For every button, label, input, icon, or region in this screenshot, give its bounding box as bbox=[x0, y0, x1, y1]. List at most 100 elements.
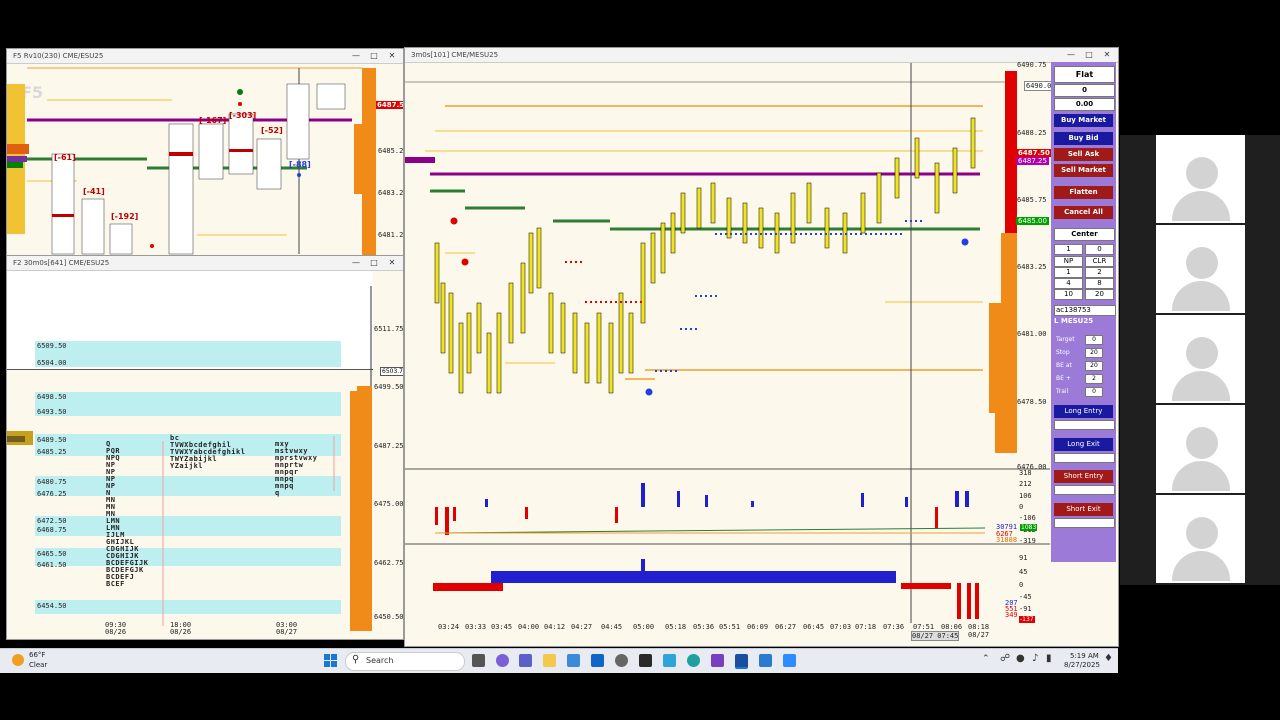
time-tick: 06:09 bbox=[747, 623, 769, 631]
f2-title: F2 30m0s[641] CME/ESU25 bbox=[13, 259, 110, 267]
qty-preset-1[interactable]: 1 bbox=[1054, 267, 1083, 278]
maximize-button[interactable]: □ bbox=[367, 256, 381, 270]
stop-input[interactable]: 20 bbox=[1085, 348, 1103, 358]
zoom-icon[interactable] bbox=[783, 654, 796, 667]
qty-preset-10[interactable]: 10 bbox=[1054, 289, 1083, 300]
clock-time[interactable]: 5:19 AM bbox=[1070, 652, 1099, 660]
main-price-tag: 6487.25 bbox=[1016, 157, 1049, 165]
visual-studio-icon[interactable] bbox=[711, 654, 724, 667]
short-exit-button[interactable]: Short Exit bbox=[1054, 503, 1113, 516]
copilot-icon[interactable] bbox=[496, 654, 509, 667]
volume-icon[interactable]: ♪ bbox=[1032, 653, 1038, 664]
qty-input[interactable]: 1 bbox=[1054, 244, 1083, 255]
param-label: BE + bbox=[1056, 375, 1071, 382]
clr-button[interactable]: CLR bbox=[1085, 256, 1114, 267]
flatten-button[interactable]: Flatten bbox=[1054, 186, 1113, 199]
participant-avatar[interactable] bbox=[1156, 135, 1245, 223]
time-tick: 05:51 bbox=[719, 623, 741, 631]
terminal-icon[interactable] bbox=[639, 654, 652, 667]
time-tick: 06:45 bbox=[803, 623, 825, 631]
short-entry-select[interactable] bbox=[1054, 485, 1115, 495]
order-panel: Flat 0 0.00 Buy Market Buy Bid Sell Ask … bbox=[1051, 62, 1116, 562]
time-tick: 04:45 bbox=[601, 623, 623, 631]
f2-time-date: 08/26 bbox=[170, 628, 192, 636]
maximize-button[interactable]: □ bbox=[367, 49, 381, 63]
minimize-button[interactable]: — bbox=[349, 256, 363, 270]
f5-price-tick: 6483.25 bbox=[378, 189, 404, 197]
target-input[interactable]: 0 bbox=[1085, 335, 1103, 345]
qty-preset-4[interactable]: 4 bbox=[1054, 278, 1083, 289]
qty-preset-20[interactable]: 20 bbox=[1085, 289, 1114, 300]
ind2-tick: 91 bbox=[1019, 554, 1028, 562]
start-icon[interactable] bbox=[324, 654, 337, 667]
participant-avatar[interactable] bbox=[1156, 495, 1245, 583]
minimize-button[interactable]: — bbox=[1064, 48, 1078, 62]
center-button[interactable]: Center bbox=[1054, 228, 1115, 241]
file-explorer-icon[interactable] bbox=[543, 654, 556, 667]
ind1-tick: 0 bbox=[1019, 503, 1024, 511]
store-icon[interactable] bbox=[567, 654, 580, 667]
time-crosshair-label: 08/27 07:45 bbox=[911, 631, 960, 641]
time-tick: 03:45 bbox=[491, 623, 513, 631]
close-button[interactable]: ✕ bbox=[385, 256, 399, 270]
short-entry-button[interactable]: Short Entry bbox=[1054, 470, 1113, 483]
chevron-up-icon[interactable]: ⌃ bbox=[982, 654, 990, 664]
f5-price-tag: 6487.50 bbox=[376, 101, 403, 109]
edge-icon[interactable] bbox=[687, 654, 700, 667]
f2-chart-window[interactable]: F2 30m0s[641] CME/ESU25 — □ ✕ F2 6509.50… bbox=[6, 255, 404, 640]
participant-avatar[interactable] bbox=[1156, 405, 1245, 493]
np-button[interactable]: NP bbox=[1054, 256, 1083, 267]
f5-delta-label: [-88] bbox=[289, 160, 311, 169]
minimize-button[interactable]: — bbox=[349, 49, 363, 63]
close-button[interactable]: ✕ bbox=[1100, 48, 1114, 62]
f2-price-tick: 6499.50 bbox=[374, 383, 404, 391]
sell-market-button[interactable]: Sell Market bbox=[1054, 164, 1113, 177]
network-icon[interactable]: ☍ bbox=[1000, 653, 1010, 664]
buy-market-button[interactable]: Buy Market bbox=[1054, 114, 1113, 127]
main-titlebar[interactable]: 3m0s[101] CME/MESU25 — □ ✕ bbox=[405, 48, 1118, 63]
trading-app-icon[interactable] bbox=[735, 654, 748, 669]
long-entry-select[interactable] bbox=[1054, 420, 1115, 430]
qty-preset-2[interactable]: 2 bbox=[1085, 267, 1114, 278]
qty-preset-8[interactable]: 8 bbox=[1085, 278, 1114, 289]
account-select[interactable]: ac138753 bbox=[1054, 305, 1116, 316]
photos-icon[interactable] bbox=[663, 654, 676, 667]
qty-offset[interactable]: 0 bbox=[1085, 244, 1114, 255]
app-icon[interactable] bbox=[759, 654, 772, 667]
buy-bid-button[interactable]: Buy Bid bbox=[1054, 132, 1113, 145]
f5-titlebar[interactable]: F5 Rv10(230) CME/ESU25 — □ ✕ bbox=[7, 49, 403, 64]
teams-icon[interactable] bbox=[519, 654, 532, 667]
long-exit-button[interactable]: Long Exit bbox=[1054, 438, 1113, 451]
be-at-input[interactable]: 20 bbox=[1085, 361, 1103, 371]
long-exit-select[interactable] bbox=[1054, 453, 1115, 463]
settings-icon[interactable] bbox=[615, 654, 628, 667]
long-entry-button[interactable]: Long Entry bbox=[1054, 405, 1113, 418]
f5-delta-label: [-61] bbox=[54, 153, 76, 162]
cancel-all-button[interactable]: Cancel All bbox=[1054, 206, 1113, 219]
f2-price-tag: 6503.75 bbox=[380, 367, 403, 376]
sell-ask-button[interactable]: Sell Ask bbox=[1054, 148, 1113, 161]
ind1-tick: 318 bbox=[1019, 469, 1032, 477]
maximize-button[interactable]: □ bbox=[1082, 48, 1096, 62]
task-view-icon[interactable] bbox=[472, 654, 485, 667]
be-plus-input[interactable]: 2 bbox=[1085, 374, 1103, 384]
close-button[interactable]: ✕ bbox=[385, 49, 399, 63]
f2-titlebar[interactable]: F2 30m0s[641] CME/ESU25 — □ ✕ bbox=[7, 256, 403, 271]
weather-icon[interactable] bbox=[12, 654, 24, 666]
short-exit-select[interactable] bbox=[1054, 518, 1115, 528]
participant-avatar[interactable] bbox=[1156, 225, 1245, 313]
participant-avatar[interactable] bbox=[1156, 315, 1245, 403]
time-tick: 03:33 bbox=[465, 623, 487, 631]
search-input[interactable]: ⚲ Search bbox=[345, 652, 465, 671]
battery-icon[interactable]: ▮ bbox=[1046, 653, 1052, 664]
f5-volume-profile bbox=[7, 84, 29, 234]
main-price-chart[interactable] bbox=[405, 63, 1050, 623]
outlook-icon[interactable] bbox=[591, 654, 604, 667]
clock-date[interactable]: 8/27/2025 bbox=[1064, 661, 1100, 669]
main-chart-window[interactable]: 3m0s[101] CME/MESU25 — □ ✕ 6490.00 6490.… bbox=[404, 47, 1119, 647]
microphone-icon[interactable]: ● bbox=[1016, 653, 1025, 664]
f5-chart-window[interactable]: F5 Rv10(230) CME/ESU25 — □ ✕ F5 [-61] [-… bbox=[6, 48, 404, 257]
notification-bell-icon[interactable]: ♦ bbox=[1104, 653, 1113, 664]
trail-input[interactable]: 0 bbox=[1085, 387, 1103, 397]
time-tick: 04:12 bbox=[544, 623, 566, 631]
